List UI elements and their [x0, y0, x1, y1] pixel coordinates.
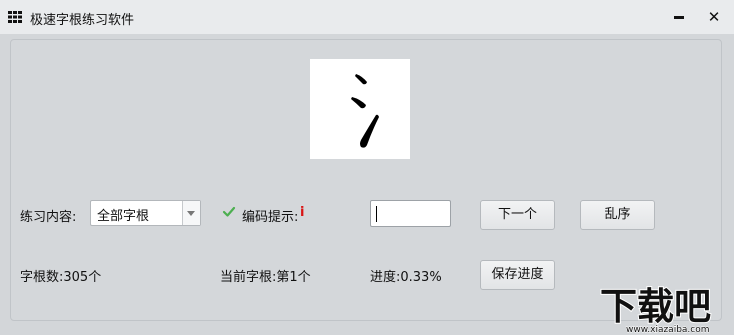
app-grid-icon: [8, 11, 22, 23]
window-title: 极速字根练习软件: [30, 13, 135, 28]
dropdown-arrow[interactable]: [182, 201, 200, 225]
next-button[interactable]: 下一个: [480, 200, 555, 230]
root-preview: [310, 59, 410, 159]
watermark-url: www.xiazaiba.com: [626, 325, 710, 335]
watermark-logo: 下载吧 www.xiazaiba.com: [599, 284, 712, 335]
chevron-down-icon: [187, 211, 195, 216]
content-select-value: 全部字根: [97, 209, 150, 224]
current-root: 当前字根:第1个: [220, 270, 311, 285]
close-button[interactable]: ✕: [704, 7, 724, 27]
root-glyph-image: [351, 74, 379, 148]
watermark-text: 下载吧: [600, 285, 711, 328]
content-select[interactable]: 全部字根: [90, 200, 201, 226]
text-caret: [376, 206, 377, 222]
root-count: 字根数:305个: [20, 270, 102, 285]
hint-checkbox[interactable]: [222, 205, 236, 219]
title-bar: 极速字根练习软件 ✕: [0, 0, 734, 34]
code-input[interactable]: [370, 200, 451, 227]
content-label: 练习内容:: [20, 210, 77, 225]
progress-text: 进度:0.33%: [370, 270, 442, 285]
minimize-icon: [674, 16, 684, 19]
minimize-button[interactable]: [669, 7, 689, 27]
hint-info-mark[interactable]: i: [300, 205, 304, 220]
close-icon: ✕: [707, 8, 721, 26]
save-progress-button[interactable]: 保存进度: [480, 260, 555, 290]
shuffle-button[interactable]: 乱序: [580, 200, 655, 230]
hint-label: 编码提示:: [242, 210, 299, 225]
